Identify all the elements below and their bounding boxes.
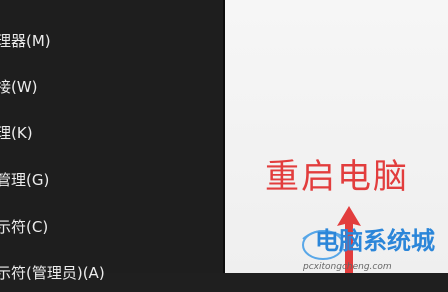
desktop-area: 重启电脑 电脑系统城 pcxitongcheng.com: [225, 0, 448, 273]
menu-item-label: 示符(C): [0, 218, 49, 236]
watermark-main-text: 电脑系统城: [315, 227, 435, 255]
menu-item-label: 理器(M): [0, 32, 51, 50]
watermark-url-text: pcxitongcheng.com: [302, 262, 392, 272]
menu-item-computer-management[interactable]: 管理(G): [0, 161, 223, 199]
menu-item-label: 理(K): [0, 124, 33, 142]
menu-item-management[interactable]: 理(K): [0, 114, 223, 152]
context-menu: 理器(M) 接(W) 理(K) 管理(G) 示符(C) 示符(管理员)(A): [0, 0, 223, 282]
menu-item-label: 管理(G): [0, 171, 50, 189]
menu-item-connections[interactable]: 接(W): [0, 68, 223, 106]
menu-item-manager[interactable]: 理器(M): [0, 22, 223, 60]
menu-item-label: 接(W): [0, 78, 38, 96]
menu-item-command-prompt[interactable]: 示符(C): [0, 208, 223, 246]
watermark-logo: 电脑系统城 pcxitongcheng.com: [302, 227, 435, 272]
menu-item-command-prompt-admin[interactable]: 示符(管理员)(A): [0, 254, 223, 292]
menu-item-label: 示符(管理员)(A): [0, 264, 105, 282]
restart-annotation: 重启电脑: [265, 157, 409, 197]
